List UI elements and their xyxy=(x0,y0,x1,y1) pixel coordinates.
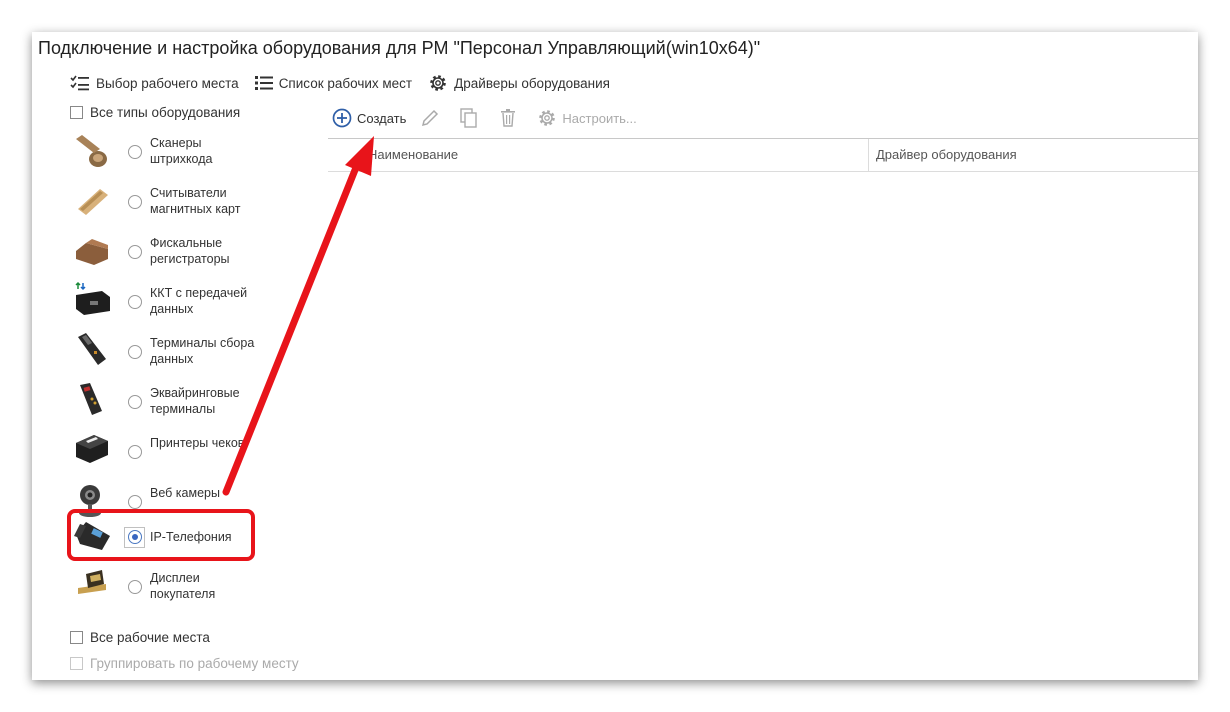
annotation-arrow xyxy=(222,136,374,496)
